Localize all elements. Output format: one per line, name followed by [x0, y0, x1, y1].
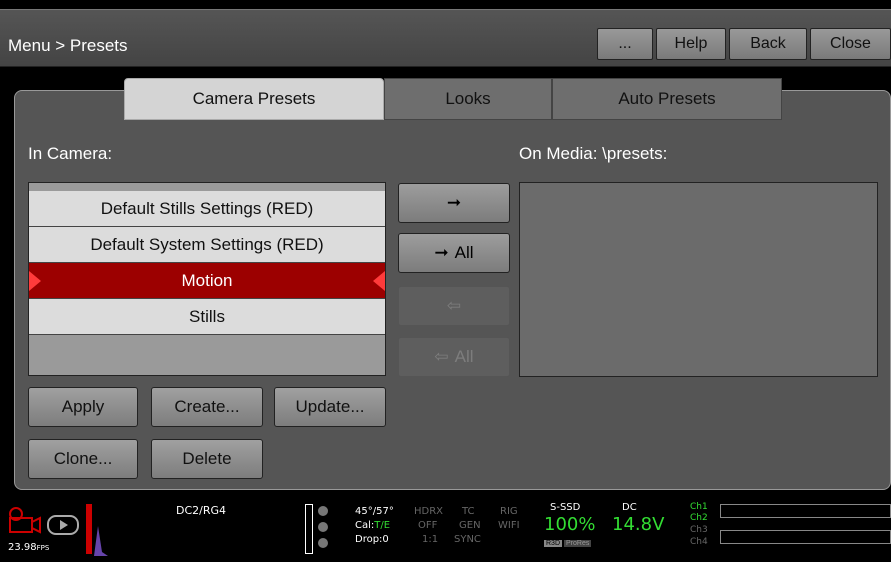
hdrx-off-text: OFF [418, 520, 438, 531]
fps-unit: FPS [36, 544, 50, 552]
fps-value: 23.98 [8, 542, 37, 553]
list-item-label: Default System Settings (RED) [90, 234, 324, 254]
sync-text: SYNC [454, 534, 481, 545]
in-camera-list[interactable]: Default Stills Settings (RED) Default Sy… [28, 182, 386, 376]
channel-4-label: Ch4 [690, 537, 708, 547]
status-dot-icon [318, 522, 328, 532]
top-strip [0, 0, 891, 9]
help-button[interactable]: Help [656, 28, 726, 60]
apply-button[interactable]: Apply [28, 387, 138, 427]
list-item[interactable]: Default System Settings (RED) [29, 227, 385, 263]
ratio-text: 1:1 [422, 534, 439, 545]
channel-1-2-meter [720, 504, 891, 518]
media-label: S-SSD [550, 502, 581, 513]
clone-button[interactable]: Clone... [28, 439, 138, 479]
channel-2-label: Ch2 [690, 513, 708, 523]
camera-record-icon [9, 507, 79, 535]
list-item[interactable]: Stills [29, 299, 385, 335]
power-value: 14.8V [612, 514, 665, 535]
more-button[interactable]: ... [597, 28, 653, 60]
record-indicator [86, 504, 92, 554]
copy-all-to-camera-button[interactable]: ⇦ All [398, 337, 510, 377]
in-camera-label: In Camera: [28, 144, 113, 163]
arrow-right-icon: ➞ [434, 243, 449, 262]
list-item-selected[interactable]: Motion [29, 263, 385, 299]
status-dot-icon [318, 506, 328, 516]
drop-text: Drop:0 [355, 534, 389, 545]
tab-looks[interactable]: Looks [384, 78, 552, 120]
audio-meter [305, 504, 313, 554]
close-button[interactable]: Close [810, 28, 891, 60]
update-button[interactable]: Update... [274, 387, 386, 427]
tab-camera-presets[interactable]: Camera Presets [124, 78, 384, 120]
tc-text: TC [462, 506, 475, 517]
channel-3-4-meter [720, 530, 891, 544]
arrow-left-icon: ⇦ [434, 347, 449, 366]
selection-marker-left-icon [29, 271, 41, 291]
back-button[interactable]: Back [729, 28, 807, 60]
arrow-right-icon: ➞ [446, 193, 462, 212]
on-media-label: On Media: \presets: [519, 144, 668, 163]
cal-value: T/E [374, 520, 391, 531]
copy-to-camera-button[interactable]: ⇦ [398, 286, 510, 326]
angle-text: 45°/57° [355, 506, 394, 517]
breadcrumb: Menu > Presets [8, 36, 128, 55]
status-dot-icon [318, 538, 328, 548]
button-label: All [454, 243, 474, 262]
copy-to-media-button[interactable]: ➞ [398, 183, 510, 223]
tab-auto-presets[interactable]: Auto Presets [552, 78, 782, 120]
delete-button[interactable]: Delete [151, 439, 263, 479]
rig-text: RIG [500, 506, 518, 517]
histogram-icon [94, 526, 108, 556]
on-media-list[interactable] [519, 182, 878, 377]
wifi-text: WIFI [498, 520, 520, 531]
codec-prores-badge: ProRes [564, 540, 592, 547]
hdrx-text: HDRX [414, 506, 444, 517]
channel-3-label: Ch3 [690, 525, 708, 535]
codec-r3d-badge: R3D [544, 540, 563, 547]
arrow-left-icon: ⇦ [446, 296, 462, 315]
copy-all-to-media-button[interactable]: ➞ All [398, 233, 510, 273]
list-item-label: Motion [181, 270, 233, 290]
power-label: DC [622, 502, 637, 513]
create-button[interactable]: Create... [151, 387, 263, 427]
dc-rg-text: DC2/RG4 [176, 504, 227, 517]
channel-1-label: Ch1 [690, 502, 708, 512]
list-item[interactable]: Default Stills Settings (RED) [29, 191, 385, 227]
media-percent: 100% [544, 514, 596, 535]
button-label: All [454, 347, 474, 366]
gen-text: GEN [459, 520, 481, 531]
selection-marker-right-icon [373, 271, 385, 291]
cal-label: Cal: [355, 520, 375, 531]
list-item-label: Stills [189, 306, 225, 326]
list-item-label: Default Stills Settings (RED) [100, 198, 314, 218]
camera-status-bar: 23.98FPS DC2/RG4 45°/57° Cal:T/E Drop:0 … [0, 496, 891, 562]
